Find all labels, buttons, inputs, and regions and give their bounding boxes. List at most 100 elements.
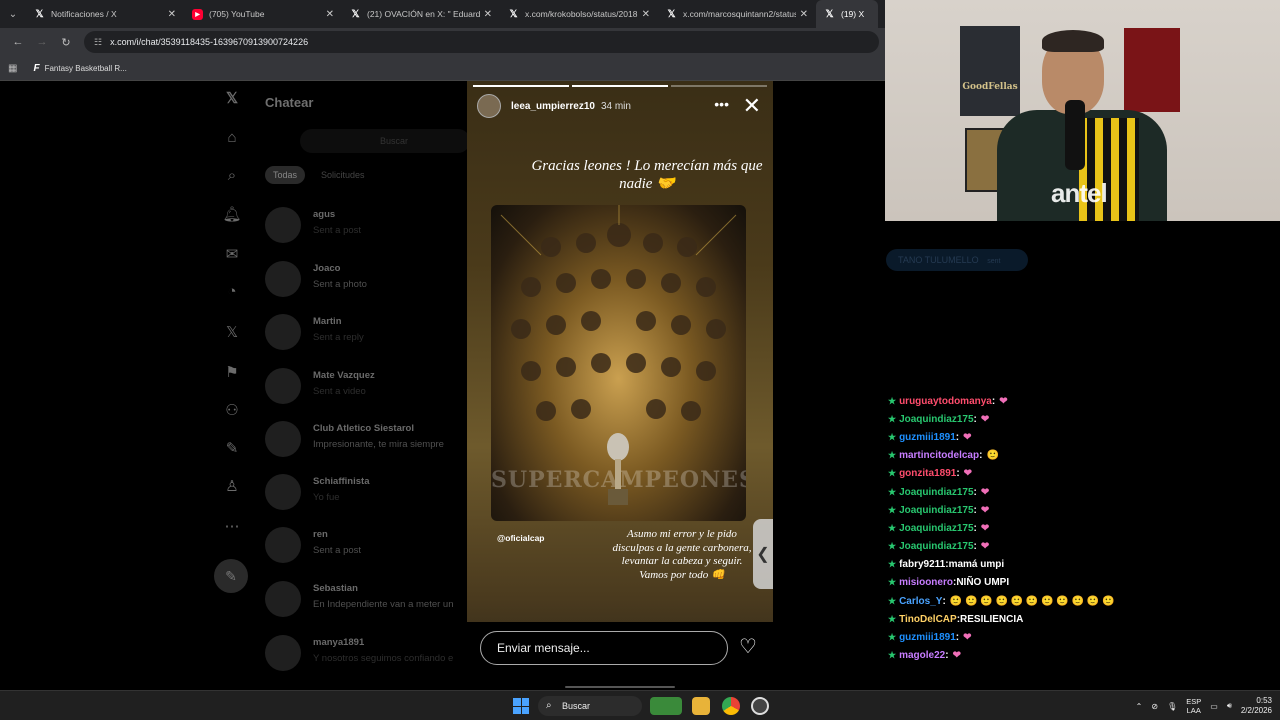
clock[interactable]: 0:53 2/2/2026	[1241, 696, 1272, 716]
tab-ovacion[interactable]: 𝕏 (21) OVACIÓN en X: " Eduardo ✕	[342, 0, 500, 28]
next-story-arrow-icon[interactable]: ❮	[753, 519, 773, 589]
chat-username: Joaquindiaz175	[899, 541, 974, 553]
forward-arrow-icon[interactable]: →	[30, 36, 54, 48]
chat-separator: :	[973, 486, 977, 498]
site-settings-icon[interactable]: ☷	[94, 37, 102, 48]
taskbar-search[interactable]: ⌕ Buscar	[538, 696, 642, 716]
articles-icon[interactable]: ✎	[222, 439, 242, 459]
chat-separator: :	[955, 632, 960, 644]
conversation-preview: Yo fue	[313, 492, 340, 503]
windows-start-icon[interactable]	[513, 698, 529, 714]
close-icon[interactable]: ✕	[168, 9, 176, 20]
chat-username: Joaquindiaz175	[899, 504, 974, 516]
apps-grid-icon[interactable]: ▦	[8, 63, 17, 74]
chat-separator: :	[991, 395, 996, 407]
conversation-item[interactable]: Sebastian En Independiente van a meter u…	[265, 577, 475, 627]
more-options-icon[interactable]: •••	[714, 96, 729, 112]
progress-segment	[671, 85, 767, 87]
tab-x-active[interactable]: 𝕏 (19) X	[816, 0, 878, 28]
conversation-preview: Sent a photo	[313, 279, 367, 290]
progress-segment	[473, 85, 569, 87]
conversation-item[interactable]: agus Sent a post	[265, 203, 475, 253]
more-icon[interactable]: ⋯	[222, 517, 242, 537]
mic-icon[interactable]: 🎙︎	[1167, 702, 1177, 711]
x-logo-icon[interactable]: 𝕏	[222, 89, 242, 109]
story-mention[interactable]: @oficialcap	[497, 533, 545, 543]
profile-icon[interactable]: ♙	[222, 477, 242, 497]
bookmark-icon[interactable]: ⚑	[222, 363, 242, 383]
search-icon[interactable]: ⌕	[222, 167, 242, 187]
microphone	[1065, 100, 1085, 170]
language-indicator[interactable]: ESP LAA	[1186, 697, 1201, 715]
reload-icon[interactable]: ↻	[54, 36, 78, 49]
close-icon[interactable]: ✕	[800, 9, 808, 20]
grok-icon[interactable]: ◔	[222, 283, 242, 303]
screen: ⌄ 𝕏 Notificaciones / X ✕ ▶ (705) YouTube…	[0, 0, 1280, 720]
tab-krokobolso[interactable]: 𝕏 x.com/krokobolso/status/2018 ✕	[500, 0, 658, 28]
bookmarks-bar: ▦ F Fantasy Basketball R...	[0, 56, 885, 81]
conversation-name: agus	[313, 209, 336, 220]
network-off-icon[interactable]: ⊘	[1151, 702, 1158, 711]
heart-icon[interactable]: ♡	[739, 634, 757, 659]
message-placeholder: Enviar mensaje...	[497, 641, 590, 655]
compose-post-button[interactable]: ✎	[214, 559, 248, 593]
chat-separator: :	[973, 522, 977, 534]
avatar[interactable]	[477, 94, 501, 118]
communities-icon[interactable]: ⚇	[222, 401, 242, 421]
chrome-icon[interactable]	[722, 697, 740, 715]
bookmark-fantasy[interactable]: Fantasy Basketball R...	[45, 64, 127, 73]
tab-notifications[interactable]: 𝕏 Notificaciones / X ✕	[26, 0, 184, 28]
widgets-icon[interactable]	[650, 697, 682, 715]
volume-icon[interactable]: 🔊︎	[1227, 701, 1232, 711]
mail-icon[interactable]: ✉	[222, 245, 242, 265]
badge-star-icon: ★	[888, 541, 897, 552]
url-field[interactable]: ☷ x.com/i/chat/3539118435-16396709139007…	[84, 31, 879, 53]
conversation-item[interactable]: Schiaffinista Yo fue	[265, 470, 475, 520]
story-time: 34 min	[600, 100, 631, 112]
message-input[interactable]: Enviar mensaje...	[480, 631, 728, 665]
chevron-up-icon[interactable]: ⌃	[1136, 702, 1143, 711]
story-progress	[473, 85, 767, 87]
display-icon[interactable]: ▭	[1210, 702, 1218, 711]
file-explorer-icon[interactable]	[692, 697, 710, 715]
close-icon[interactable]: ✕	[326, 9, 334, 20]
story-reply-bar: Enviar mensaje... ♡	[467, 622, 773, 690]
chat-separator: :	[979, 450, 983, 462]
filter-all[interactable]: Todas	[265, 166, 306, 184]
chat-search-input[interactable]: Buscar	[300, 129, 470, 153]
tab-marcosquintann2[interactable]: 𝕏 x.com/marcosquintann2/status ✕	[658, 0, 816, 28]
conversation-name: Sebastian	[313, 583, 358, 594]
tab-search-icon[interactable]: ⌄	[0, 0, 26, 28]
back-arrow-icon[interactable]: ←	[6, 36, 30, 48]
conversation-item[interactable]: ren Sent a post	[265, 523, 475, 573]
pill-sub: sent	[987, 258, 1001, 265]
home-icon[interactable]: ⌂	[222, 129, 242, 149]
x-premium-icon[interactable]: 𝕏	[222, 323, 242, 343]
conversation-item[interactable]: Club Atletico Siestarol Impresionante, t…	[265, 417, 475, 467]
close-icon[interactable]: ✕	[743, 93, 761, 119]
chat-username: Joaquindiaz175	[899, 486, 974, 498]
obs-icon[interactable]	[751, 697, 769, 715]
bell-icon[interactable]: 🔔︎	[222, 205, 242, 225]
lang-line-2: LAA	[1186, 706, 1201, 715]
tab-label: (705) YouTube	[209, 9, 265, 19]
fantasy-logo-icon: F	[33, 62, 40, 74]
sponsor-logo: antel	[1051, 178, 1108, 208]
conversation-item[interactable]: manya1891 Y nosotros seguimos confiando …	[265, 631, 475, 681]
tab-youtube[interactable]: ▶ (705) YouTube ✕	[184, 0, 342, 28]
story-username[interactable]: leea_umpierrez10	[511, 101, 595, 112]
taskbar: ⌕ Buscar ⌃ ⊘ 🎙︎ ESP LAA ▭ 🔊︎ 0:53 2/2/20…	[0, 690, 1280, 720]
chat-message: ★ Joaquindiaz175 : ❤	[888, 538, 1188, 556]
conversation-item[interactable]: Martin Sent a reply	[265, 310, 475, 360]
conversation-item[interactable]: Mate Vazquez Sent a video	[265, 364, 475, 414]
chat-message: ★ Carlos_Y : 🙂 🙂 🙂 🙂 🙂 🙂 🙂 🙂 🙂 🙂 🙂	[888, 592, 1188, 610]
trophy-icon	[607, 433, 629, 505]
taskbar-search-label: Buscar	[562, 701, 591, 711]
close-icon[interactable]: ✕	[484, 9, 492, 20]
chat-text: RESILIENCIA	[960, 613, 1024, 625]
filter-requests[interactable]: Solicitudes	[313, 166, 373, 184]
chat-separator: :	[973, 504, 977, 516]
conversation-item[interactable]: Joaco Sent a photo	[265, 257, 475, 307]
close-icon[interactable]: ✕	[642, 9, 650, 20]
tab-label: (19) X	[841, 9, 865, 19]
